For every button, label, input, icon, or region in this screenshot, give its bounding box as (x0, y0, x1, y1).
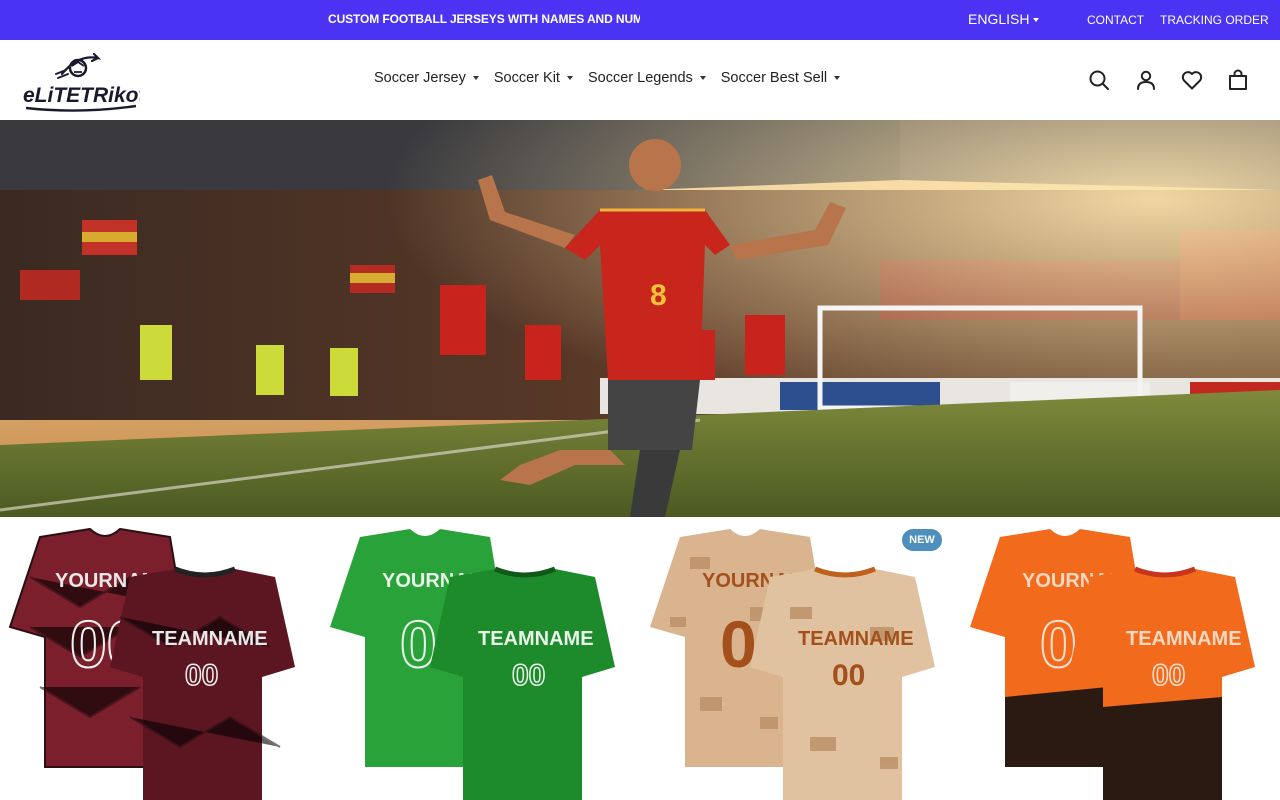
account-icon[interactable] (1134, 68, 1158, 92)
site-header: eLiTETRikot Soccer Jersey Soccer Kit Soc… (0, 40, 1280, 120)
svg-text:TEAMNAME: TEAMNAME (478, 628, 594, 650)
jersey-image: YOURNAME 00 TEAMNAME 00 (8, 527, 295, 800)
svg-text:8: 8 (650, 279, 667, 312)
product-card[interactable]: YOURNAME 00 TEAMNAME 00 (960, 517, 1280, 800)
wishlist-heart-icon[interactable] (1180, 68, 1204, 92)
svg-text:TEAMNAME: TEAMNAME (1126, 628, 1242, 650)
nav-soccer-kit[interactable]: Soccer Kit (494, 70, 573, 86)
product-grid: YOURNAME 00 TEAMNAME 00 YOURNAME 00 TEAM… (0, 517, 1280, 800)
svg-text:eLiTETRikot: eLiTETRikot (23, 84, 140, 107)
nav-soccer-best-sell[interactable]: Soccer Best Sell (720, 70, 841, 86)
jersey-image: YOURNAME 00 TEAMNAME 00 (970, 529, 1255, 800)
contact-link[interactable]: CONTACT (1087, 13, 1144, 27)
hero-banner[interactable]: 8 (0, 120, 1280, 517)
chevron-down-icon (566, 76, 573, 80)
jersey-image: YOURNAME 00 TEAMNAME 00 (330, 529, 615, 800)
chevron-down-icon (1033, 17, 1040, 22)
language-label: ENGLISH (968, 11, 1030, 27)
logo-icon: eLiTETRikot (23, 52, 147, 112)
chevron-down-icon (699, 76, 706, 80)
cart-bag-icon[interactable] (1226, 68, 1250, 92)
svg-text:00: 00 (512, 659, 545, 692)
nav-soccer-legends[interactable]: Soccer Legends (588, 70, 706, 86)
nav-label: Soccer Jersey (374, 70, 466, 86)
nav-soccer-jersey[interactable]: Soccer Jersey (374, 70, 479, 86)
svg-text:00: 00 (832, 659, 865, 692)
hero-image: 8 (0, 120, 1280, 517)
main-nav: Soccer Jersey Soccer Kit Soccer Legends … (374, 70, 855, 86)
nav-label: Soccer Legends (587, 70, 693, 86)
chevron-down-icon (834, 76, 841, 80)
svg-text:00: 00 (185, 659, 218, 692)
announcement-marquee: CUSTOM FOOTBALL JERSEYS WITH NAMES AND N… (328, 12, 640, 26)
new-badge: NEW (902, 529, 942, 551)
jersey-image: YOURNAME 00 TEAMNAME 00 (650, 529, 935, 800)
chevron-down-icon (472, 76, 479, 80)
nav-label: Soccer Best Sell (720, 70, 828, 86)
svg-text:TEAMNAME: TEAMNAME (798, 628, 914, 650)
tracking-order-link[interactable]: TRACKING ORDER (1160, 13, 1269, 27)
site-logo[interactable]: eLiTETRikot (22, 52, 147, 114)
svg-text:TEAMNAME: TEAMNAME (152, 628, 268, 650)
language-selector[interactable]: ENGLISH (968, 11, 1040, 27)
svg-text:00: 00 (1152, 659, 1185, 692)
search-icon[interactable] (1087, 68, 1111, 92)
product-card[interactable]: YOURNAME 00 TEAMNAME 00 (320, 517, 640, 800)
announcement-bar: CUSTOM FOOTBALL JERSEYS WITH NAMES AND N… (0, 0, 1280, 40)
product-card[interactable]: YOURNAME 00 TEAMNAME 00 (0, 517, 320, 800)
nav-label: Soccer Kit (493, 70, 560, 86)
product-card[interactable]: YOURNAME 00 TEAMNAME 00 (640, 517, 960, 800)
